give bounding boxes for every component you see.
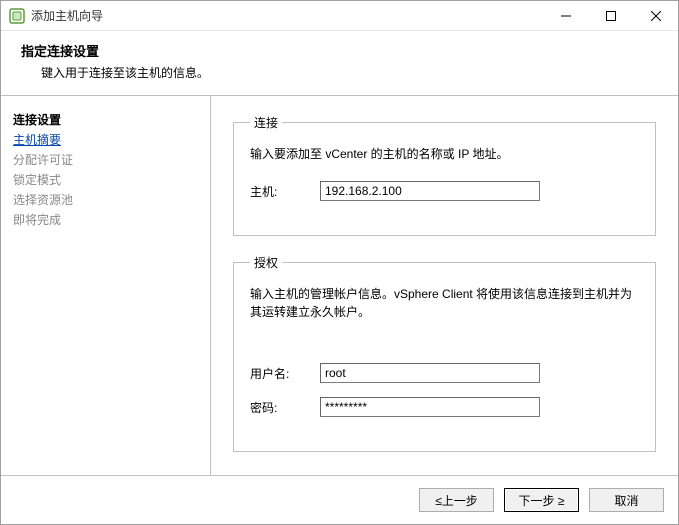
connection-help: 输入要添加至 vCenter 的主机的名称或 IP 地址。 [250,145,639,163]
minimize-button[interactable] [543,1,588,31]
password-input[interactable] [320,397,540,417]
steps-sidebar: 连接设置 主机摘要 分配许可证 锁定模式 选择资源池 即将完成 [1,96,211,475]
maximize-button[interactable] [588,1,633,31]
back-button[interactable]: ≤上一步 [419,488,494,512]
auth-legend: 授权 [250,254,282,271]
add-host-wizard-window: 添加主机向导 指定连接设置 键入用于连接至该主机的信息。 连接设置 主机摘要 分… [0,0,679,525]
step-resource-pool: 选择资源池 [13,190,198,210]
host-row: 主机: [250,181,639,201]
window-title: 添加主机向导 [31,7,543,24]
host-input[interactable] [320,181,540,201]
wizard-footer: ≤上一步 下一步 ≥ 取消 [1,476,678,524]
step-assign-license: 分配许可证 [13,150,198,170]
auth-help: 输入主机的管理帐户信息。vSphere Client 将使用该信息连接到主机并为… [250,285,639,321]
username-label: 用户名: [250,365,320,382]
header: 指定连接设置 键入用于连接至该主机的信息。 [1,31,678,96]
username-row: 用户名: [250,363,639,383]
host-label: 主机: [250,183,320,200]
next-button[interactable]: 下一步 ≥ [504,488,579,512]
step-label: 锁定模式 [13,173,61,187]
step-connection-settings[interactable]: 连接设置 [13,110,198,130]
cancel-button[interactable]: 取消 [589,488,664,512]
connection-group: 连接 输入要添加至 vCenter 的主机的名称或 IP 地址。 主机: [233,114,656,236]
connection-legend: 连接 [250,114,282,131]
titlebar: 添加主机向导 [1,1,678,31]
app-icon [9,8,25,24]
step-host-summary[interactable]: 主机摘要 [13,130,198,150]
wizard-content: 连接 输入要添加至 vCenter 的主机的名称或 IP 地址。 主机: 授权 … [211,96,678,475]
step-label: 选择资源池 [13,193,73,207]
page-description: 键入用于连接至该主机的信息。 [21,64,658,81]
username-input[interactable] [320,363,540,383]
step-label: 即将完成 [13,213,61,227]
step-label: 主机摘要 [13,133,61,147]
step-label: 连接设置 [13,113,61,127]
step-ready-complete: 即将完成 [13,210,198,230]
password-row: 密码: [250,397,639,417]
page-title: 指定连接设置 [21,41,658,60]
wizard-body: 连接设置 主机摘要 分配许可证 锁定模式 选择资源池 即将完成 连接 输入要添加… [1,96,678,476]
step-lockdown-mode: 锁定模式 [13,170,198,190]
close-button[interactable] [633,1,678,31]
auth-group: 授权 输入主机的管理帐户信息。vSphere Client 将使用该信息连接到主… [233,254,656,452]
password-label: 密码: [250,399,320,416]
step-label: 分配许可证 [13,153,73,167]
